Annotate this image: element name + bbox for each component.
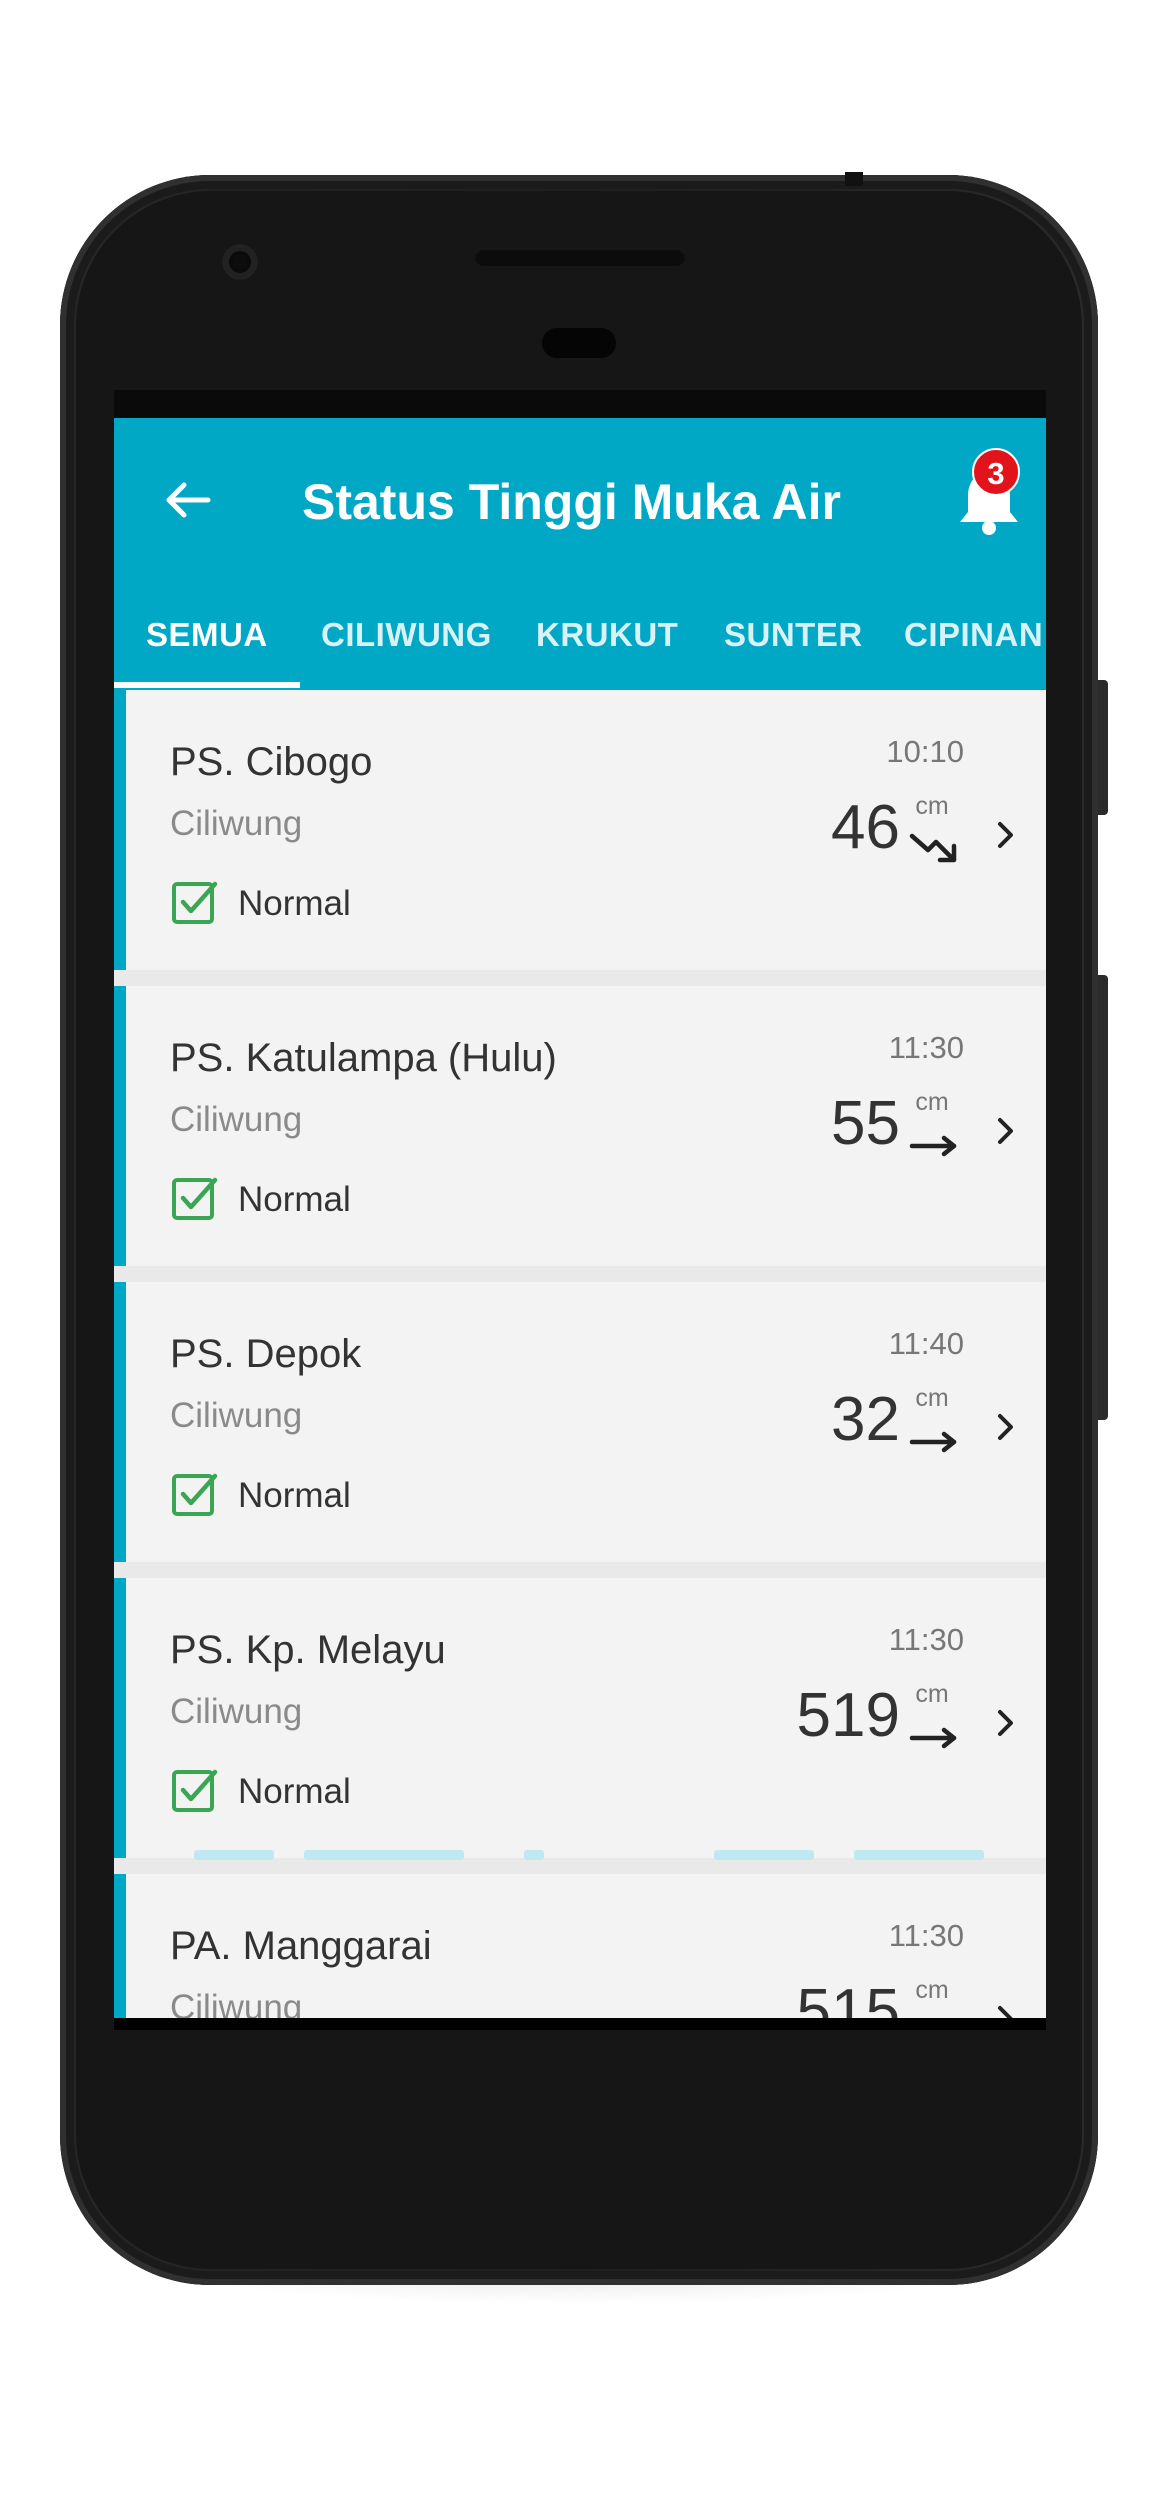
tab-ciliwung[interactable]: CILIWUNG bbox=[321, 616, 492, 654]
tab-sunter[interactable]: SUNTER bbox=[724, 616, 863, 654]
arrow-right-icon bbox=[909, 1135, 957, 1157]
station-name: PS. Depok bbox=[170, 1332, 362, 1376]
card-accent-bar bbox=[114, 690, 126, 970]
station-list[interactable]: PS. Cibogo Ciliwung Normal 10:10 46 cm P… bbox=[114, 690, 1046, 2030]
checkbox-checked-icon bbox=[172, 881, 218, 924]
reading-time: 11:40 bbox=[888, 1326, 964, 1361]
reading-time: 10:10 bbox=[886, 734, 964, 769]
reading-time: 11:30 bbox=[888, 1622, 964, 1657]
arrow-right-icon bbox=[909, 1431, 957, 1453]
station-name: PS. Kp. Melayu bbox=[170, 1628, 446, 1672]
card-accent-bar bbox=[114, 986, 126, 1266]
water-level-unit: cm bbox=[915, 1976, 949, 2004]
front-camera bbox=[222, 244, 258, 280]
reading-time: 11:30 bbox=[888, 1918, 964, 1953]
station-name: PS. Katulampa (Hulu) bbox=[170, 1036, 557, 1080]
tab-krukut[interactable]: KRUKUT bbox=[536, 616, 678, 654]
station-card[interactable]: PA. Manggarai Ciliwung 11:30 515 cm bbox=[114, 1874, 1046, 2030]
water-level-value: 46 bbox=[831, 793, 900, 862]
card-accent-bar bbox=[114, 1578, 126, 1858]
status-text: Normal bbox=[238, 1772, 351, 1811]
card-accent-bar bbox=[114, 1874, 126, 2030]
app-bar: Status Tinggi Muka Air 3 bbox=[114, 418, 1046, 578]
active-tab-indicator bbox=[114, 682, 300, 688]
tab-cipinang[interactable]: CIPINAN bbox=[904, 616, 1043, 654]
volume-button bbox=[1098, 975, 1108, 1420]
river-name: Ciliwung bbox=[170, 804, 303, 843]
station-card[interactable]: PS. Katulampa (Hulu) Ciliwung Normal 11:… bbox=[114, 986, 1046, 1266]
power-button bbox=[1098, 680, 1108, 815]
tab-bar: SEMUA CILIWUNG KRUKUT SUNTER CIPINAN bbox=[114, 578, 1046, 690]
river-name: Ciliwung bbox=[170, 1692, 303, 1731]
checkbox-checked-icon bbox=[172, 1473, 218, 1516]
background-watermark bbox=[174, 1850, 994, 1862]
chevron-right-icon[interactable] bbox=[994, 1114, 1018, 1148]
water-level-unit: cm bbox=[915, 792, 949, 820]
back-button[interactable] bbox=[158, 470, 218, 530]
station-name: PA. Manggarai bbox=[170, 1924, 432, 1968]
station-name: PS. Cibogo bbox=[170, 740, 373, 784]
station-card[interactable]: PS. Depok Ciliwung Normal 11:40 32 cm bbox=[114, 1282, 1046, 1562]
screen: Status Tinggi Muka Air 3 SEMUA CILIWUNG … bbox=[114, 390, 1046, 2030]
chevron-right-icon[interactable] bbox=[994, 1410, 1018, 1444]
chevron-right-icon[interactable] bbox=[994, 818, 1018, 852]
proximity-sensor bbox=[542, 328, 616, 358]
water-level-value: 32 bbox=[831, 1385, 900, 1454]
status-bar bbox=[114, 390, 1046, 418]
checkbox-checked-icon bbox=[172, 1177, 218, 1220]
water-level-unit: cm bbox=[915, 1088, 949, 1116]
card-accent-bar bbox=[114, 1282, 126, 1562]
chevron-right-icon[interactable] bbox=[994, 1706, 1018, 1740]
river-name: Ciliwung bbox=[170, 1396, 303, 1435]
stage: Status Tinggi Muka Air 3 SEMUA CILIWUNG … bbox=[0, 0, 1159, 2517]
station-card[interactable]: PS. Cibogo Ciliwung Normal 10:10 46 cm bbox=[114, 690, 1046, 970]
checkbox-checked-icon bbox=[172, 1769, 218, 1812]
trend-down-icon bbox=[909, 833, 957, 863]
status-text: Normal bbox=[238, 1476, 351, 1515]
water-level-value: 519 bbox=[796, 1681, 900, 1750]
screen-bottom bbox=[114, 2018, 1046, 2030]
river-name: Ciliwung bbox=[170, 1100, 303, 1139]
page-title: Status Tinggi Muka Air bbox=[302, 474, 841, 530]
top-antenna-line bbox=[845, 172, 863, 186]
water-level-unit: cm bbox=[915, 1384, 949, 1412]
status-text: Normal bbox=[238, 1180, 351, 1219]
arrow-right-icon bbox=[909, 1727, 957, 1749]
status-text: Normal bbox=[238, 884, 351, 923]
water-level-value: 55 bbox=[831, 1089, 900, 1158]
water-level-unit: cm bbox=[915, 1680, 949, 1708]
notification-badge: 3 bbox=[972, 448, 1020, 496]
arrow-left-icon bbox=[166, 482, 211, 518]
tab-semua[interactable]: SEMUA bbox=[146, 616, 268, 654]
earpiece-speaker bbox=[475, 248, 685, 266]
station-card[interactable]: PS. Kp. Melayu Ciliwung Normal 11:30 519… bbox=[114, 1578, 1046, 1858]
reading-time: 11:30 bbox=[888, 1030, 964, 1065]
